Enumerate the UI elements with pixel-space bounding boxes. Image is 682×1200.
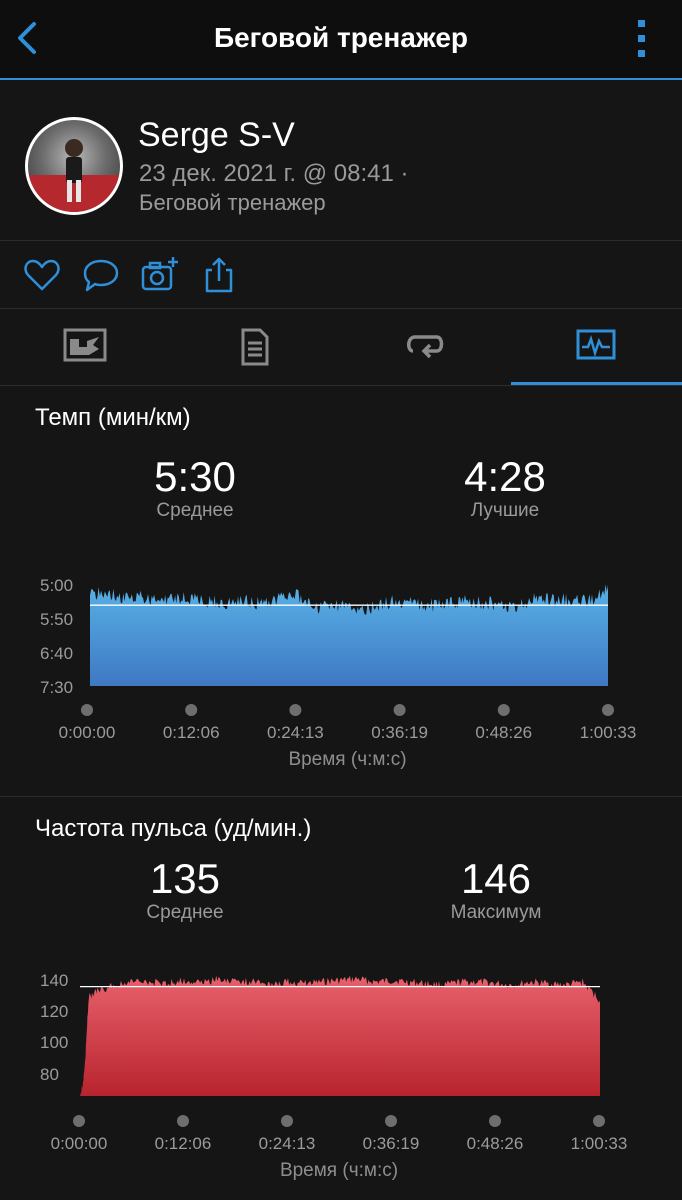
pace-best-label: Лучшие (470, 500, 540, 521)
section-divider (0, 796, 682, 797)
heart-icon[interactable] (22, 255, 62, 295)
x-tick-label: 0:24:13 (259, 1134, 316, 1153)
tab-details[interactable] (170, 309, 340, 385)
x-tick-dot (602, 704, 614, 716)
y-tick-label: 7:30 (40, 678, 73, 697)
x-tick-dot (185, 704, 198, 716)
x-tick-dot (489, 1115, 501, 1127)
activity-type: Беговой тренажер (139, 190, 326, 215)
tab-charts[interactable] (511, 309, 681, 385)
x-tick-dot (385, 1115, 397, 1127)
y-tick-label: 6:40 (40, 644, 73, 663)
x-tick-label: 0:24:13 (267, 723, 324, 742)
chart-area (80, 975, 600, 1096)
tab-overview[interactable] (0, 309, 170, 385)
avatar[interactable] (25, 117, 123, 215)
x-tick-label: 0:00:00 (59, 723, 116, 742)
map-overview-icon (63, 328, 107, 362)
pace-chart[interactable]: 5:00 5:50 6:40 7:30 0:00:00 0:12:06 0:24:13 0:3… (0, 560, 682, 780)
comment-icon[interactable] (81, 255, 121, 295)
hr-average-value: 135 (149, 855, 221, 902)
x-tick-dot (81, 704, 93, 716)
pace-best-value: 4:28 (464, 453, 546, 500)
x-tick-label: 1:00:33 (571, 1134, 628, 1153)
y-tick-label: 120 (40, 1002, 68, 1021)
tab-laps[interactable] (340, 309, 510, 385)
x-tick-label: 0:00:00 (51, 1134, 108, 1153)
x-axis-label: Время (ч:м:с) (288, 749, 406, 770)
x-tick-dot (177, 1115, 189, 1127)
hr-max-label: Максимум (450, 902, 542, 923)
hr-max-value: 146 (460, 855, 532, 902)
camera-add-icon[interactable] (140, 255, 180, 295)
x-axis-label: Время (ч:м:с) (280, 1160, 398, 1181)
y-tick-label: 5:00 (40, 576, 73, 595)
y-tick-label: 140 (40, 971, 68, 990)
pace-average-value: 5:30 (154, 453, 236, 500)
share-icon[interactable] (199, 255, 239, 295)
x-tick-label: 0:48:26 (467, 1134, 524, 1153)
more-vertical-icon[interactable] (632, 18, 652, 60)
y-tick-label: 80 (40, 1065, 59, 1084)
action-bar (0, 241, 682, 309)
pace-title: Темп (мин/км) (35, 404, 191, 431)
x-tick-dot (73, 1115, 85, 1127)
user-name[interactable]: Serge S-V (138, 116, 295, 155)
x-tick-label: 0:36:19 (371, 723, 428, 742)
details-list-icon (241, 328, 269, 366)
x-tick-dot (289, 704, 302, 716)
x-tick-label: 1:00:33 (580, 723, 637, 742)
active-tab-indicator (511, 382, 682, 385)
activity-header: Serge S-V 23 дек. 2021 г. @ 08:41 · Бего… (0, 80, 682, 241)
x-tick-dot (497, 704, 510, 716)
x-tick-dot (593, 1115, 605, 1127)
x-tick-dot (393, 704, 406, 716)
x-tick-label: 0:12:06 (155, 1134, 212, 1153)
tab-bar (0, 309, 682, 386)
pace-average-label: Среднее (156, 500, 234, 521)
heart-rate-chart[interactable]: 140 120 100 80 0:00:00 0:12:06 0:24:13 0:36:19 0… (0, 960, 682, 1190)
charts-icon (576, 329, 616, 360)
heart-rate-title: Частота пульса (уд/мин.) (35, 815, 312, 842)
chart-area (90, 584, 608, 686)
page-title: Беговой тренажер (213, 22, 469, 53)
activity-date: 23 дек. 2021 г. @ 08:41 · (139, 160, 409, 187)
laps-icon (407, 335, 444, 359)
x-tick-label: 0:12:06 (163, 723, 220, 742)
y-tick-label: 5:50 (40, 610, 73, 629)
y-tick-label: 100 (40, 1033, 68, 1052)
hr-average-label: Среднее (146, 902, 224, 923)
x-tick-dot (281, 1115, 293, 1127)
x-tick-label: 0:36:19 (363, 1134, 420, 1153)
top-bar: Беговой тренажер (0, 0, 682, 80)
x-tick-label: 0:48:26 (475, 723, 532, 742)
